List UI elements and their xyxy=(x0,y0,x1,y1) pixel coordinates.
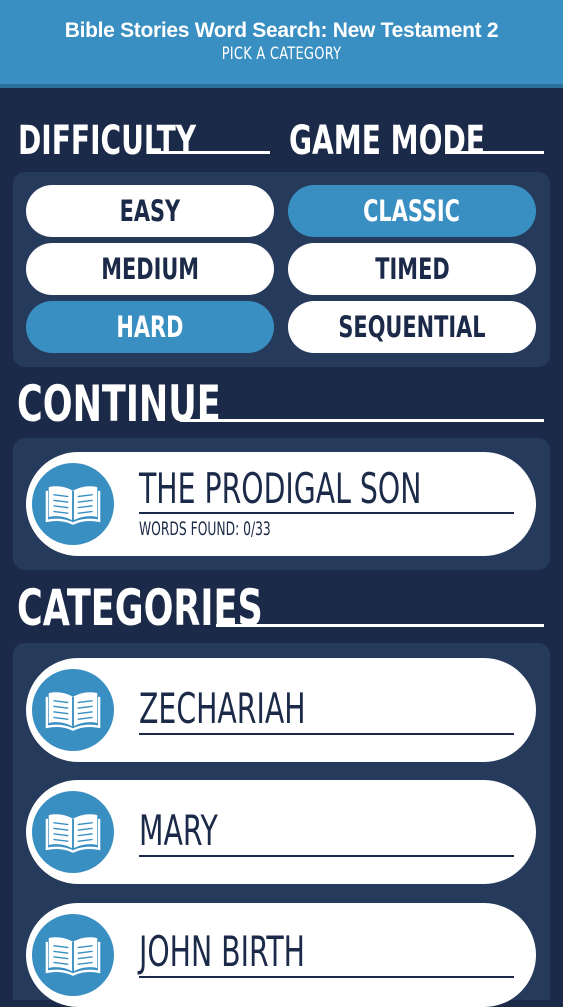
game-mode-heading: GAME MODE xyxy=(289,118,485,164)
open-book-icon xyxy=(32,914,114,996)
options-panel: EASY MEDIUM HARD CLASSIC TIMED SEQUENTIA… xyxy=(13,172,550,367)
open-book-icon xyxy=(32,463,114,545)
difficulty-medium-button[interactable]: MEDIUM xyxy=(26,243,274,295)
difficulty-easy-label: EASY xyxy=(119,194,181,228)
continue-story-progress: WORDS FOUND: 0/33 xyxy=(139,518,271,540)
continue-story-underline xyxy=(139,512,514,514)
open-book-icon xyxy=(32,669,114,751)
mode-timed-button[interactable]: TIMED xyxy=(288,243,536,295)
continue-heading-rule xyxy=(180,419,544,422)
difficulty-medium-label: MEDIUM xyxy=(101,252,199,286)
mode-classic-button[interactable]: CLASSIC xyxy=(288,185,536,237)
categories-heading-rule xyxy=(216,624,544,627)
category-card-mary[interactable]: MARY xyxy=(26,780,536,884)
category-card-zechariah[interactable]: ZECHARIAH xyxy=(26,658,536,762)
difficulty-hard-button[interactable]: HARD xyxy=(26,301,274,353)
difficulty-hard-label: HARD xyxy=(116,310,184,344)
category-underline xyxy=(139,733,514,735)
category-card-john-birth[interactable]: JOHN BIRTH xyxy=(26,903,536,1007)
game-mode-heading-rule xyxy=(447,151,544,154)
app-title: Bible Stories Word Search: New Testament… xyxy=(64,19,499,42)
category-title: JOHN BIRTH xyxy=(139,927,305,976)
mode-sequential-button[interactable]: SEQUENTIAL xyxy=(288,301,536,353)
mode-sequential-label: SEQUENTIAL xyxy=(338,310,486,344)
difficulty-heading: DIFFICULTY xyxy=(18,118,197,164)
mode-timed-label: TIMED xyxy=(374,252,450,286)
continue-story-title: THE PRODIGAL SON xyxy=(139,464,422,513)
page-subtitle: PICK A CATEGORY xyxy=(221,44,342,64)
category-title: ZECHARIAH xyxy=(139,684,306,733)
mode-classic-label: CLASSIC xyxy=(363,194,461,228)
category-underline xyxy=(139,855,514,857)
difficulty-easy-button[interactable]: EASY xyxy=(26,185,274,237)
open-book-icon xyxy=(32,791,114,873)
category-title: MARY xyxy=(139,806,218,855)
continue-story-card[interactable]: THE PRODIGAL SON WORDS FOUND: 0/33 xyxy=(26,452,536,556)
category-underline xyxy=(139,976,514,978)
top-bar: Bible Stories Word Search: New Testament… xyxy=(0,0,563,88)
difficulty-heading-rule xyxy=(161,151,270,154)
